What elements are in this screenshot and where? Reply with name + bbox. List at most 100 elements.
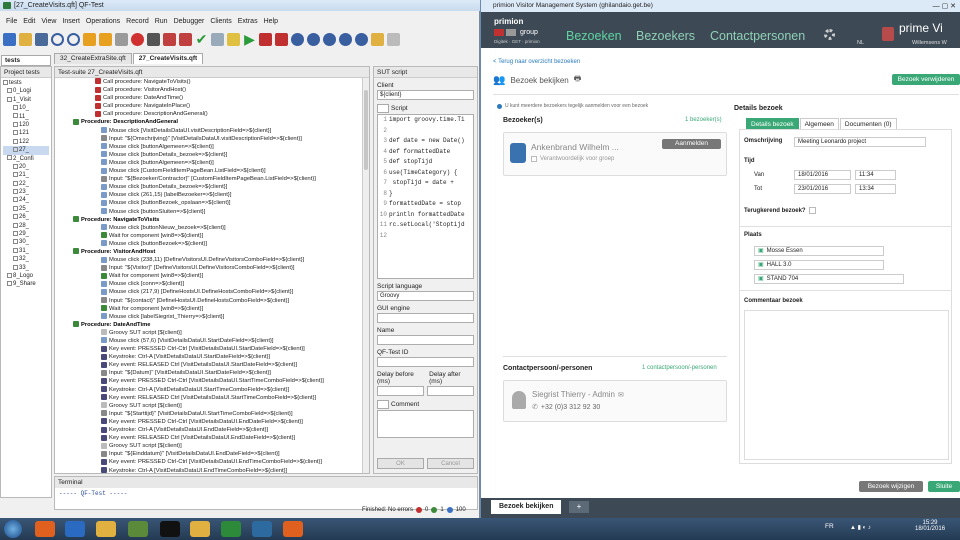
tree-item[interactable]: 29_ xyxy=(3,230,49,238)
menu-help[interactable]: Help xyxy=(264,18,278,25)
expand-box-icon[interactable] xyxy=(13,130,18,136)
step-node[interactable]: Keystroke: Ctrl-A [VisitDetailsDataUI.En… xyxy=(71,466,361,473)
add-tab-button[interactable]: + xyxy=(569,501,589,513)
undo-icon[interactable] xyxy=(51,32,64,46)
pause-icon[interactable] xyxy=(275,32,288,46)
step-node[interactable]: Mouse click [buttonBezoek_opslaan=>${cli… xyxy=(71,199,361,207)
procedure-node[interactable]: Procedure: VisitorAndHost xyxy=(71,248,361,256)
step-node[interactable]: Key event: RELEASED Ctrl [VisitDetailsDa… xyxy=(71,361,361,369)
menu-view[interactable]: View xyxy=(41,18,56,25)
tree-item[interactable]: 33_ xyxy=(3,264,49,272)
edit-visit-button[interactable]: Bezoek wijzigen xyxy=(859,481,923,492)
gear-icon[interactable] xyxy=(824,29,835,40)
step-node[interactable]: Call procedure: DateAndTime() xyxy=(71,94,361,102)
tab-32-createextrasite[interactable]: 32_CreateExtraSite.qft xyxy=(54,53,132,64)
tray-icons[interactable]: ▲ ▮ ◐ ♪ xyxy=(850,524,871,531)
step-node[interactable]: Key event: RELEASED Ctrl [VisitDetailsDa… xyxy=(71,394,361,402)
notification-icon[interactable] xyxy=(882,27,894,41)
tree-item[interactable]: 21_ xyxy=(3,171,49,179)
tree-item[interactable]: 23_ xyxy=(3,188,49,196)
print-icon[interactable]: 🖶 xyxy=(574,73,582,87)
tree-item[interactable]: 9_Share xyxy=(3,280,49,288)
tree-item[interactable]: 122 xyxy=(3,138,49,146)
aanmelden-button[interactable]: Aanmelden xyxy=(662,139,721,149)
tree-item[interactable]: 22_ xyxy=(3,180,49,188)
record-icon[interactable] xyxy=(131,32,144,46)
menu-operations[interactable]: Operations xyxy=(86,18,120,25)
tree-item[interactable]: 27_ xyxy=(3,146,49,155)
back-arrow-icon[interactable] xyxy=(83,32,96,46)
folder-icon[interactable] xyxy=(190,521,210,537)
tree-item[interactable]: 25_ xyxy=(3,205,49,213)
menu-run[interactable]: Run xyxy=(155,18,168,25)
step-node[interactable]: Keystroke: Ctrl-A [VisitDetailsDataUI.St… xyxy=(71,386,361,394)
visitor-name[interactable]: Ankenbrand Wilhelm ... xyxy=(531,142,619,152)
mail-icon[interactable]: ✉ xyxy=(618,391,624,399)
tray-clock[interactable]: 15:29 18/01/2016 xyxy=(915,520,945,532)
tab-documenten[interactable]: Documenten (0) xyxy=(839,118,897,129)
expand-box-icon[interactable] xyxy=(7,155,12,161)
step-node[interactable]: Mouse click [CustomFieldItemPageBean.Lis… xyxy=(71,167,361,175)
delay-before-field[interactable] xyxy=(377,386,424,396)
step-node[interactable]: Key event: PRESSED Ctrl-Ctrl [VisitDetai… xyxy=(71,458,361,466)
expand-box-icon[interactable] xyxy=(13,163,18,169)
tray-language[interactable]: FR xyxy=(825,523,834,530)
step-node[interactable]: Input: "${Starttijd}" [VisitDetailsDataU… xyxy=(71,410,361,418)
step-node[interactable]: Mouse click [buttonBezoek=>${client}] xyxy=(71,240,361,248)
menu-debugger[interactable]: Debugger xyxy=(174,18,205,25)
step-node[interactable]: Groovy SUT script [${client}] xyxy=(71,402,361,410)
expand-box-icon[interactable] xyxy=(13,172,18,178)
client-field[interactable]: ${client} xyxy=(377,90,474,100)
search-icon[interactable] xyxy=(115,32,128,46)
tree-item[interactable]: 0_Logi xyxy=(3,87,49,95)
step-node[interactable]: Input: "${Datum}" [VisitDetailsDataUI.St… xyxy=(71,369,361,377)
nav-contactpersonen[interactable]: Contactpersonen xyxy=(710,29,805,43)
close-visit-button[interactable]: Sluite xyxy=(928,481,960,492)
expand-box-icon[interactable] xyxy=(13,230,18,236)
step-node[interactable]: Call procedure: NavigateToVisits() xyxy=(71,78,361,86)
bottom-tab-bezoek[interactable]: Bezoek bekijken xyxy=(491,500,562,514)
step-node[interactable]: Mouse click [conn=>${client}] xyxy=(71,280,361,288)
new-suite-icon[interactable] xyxy=(3,32,16,46)
skip-over-icon[interactable] xyxy=(339,32,352,46)
menu-clients[interactable]: Clients xyxy=(210,18,231,25)
procedure-node[interactable]: Procedure: DateAndTime xyxy=(71,321,361,329)
step-node[interactable]: Mouse click [buttonNieuw_bezoek=>${clien… xyxy=(71,224,361,232)
step-node[interactable]: Mouse click (57,6) [VisitDetailsDataUI.S… xyxy=(71,337,361,345)
tree-item[interactable]: 26_ xyxy=(3,213,49,221)
expand-box-icon[interactable] xyxy=(13,214,18,220)
expand-box-icon[interactable] xyxy=(13,239,18,245)
open-folder-icon[interactable] xyxy=(19,32,32,46)
step-node[interactable]: Mouse click (261,15) [labelBezoeker=>${c… xyxy=(71,191,361,199)
step-node[interactable]: Input: "${Visitor}" [DefineVisitorsUI.De… xyxy=(71,264,361,272)
record-check-icon[interactable] xyxy=(163,32,176,46)
expand-box-icon[interactable] xyxy=(13,197,18,203)
tot-date-field[interactable]: 23/01/2016 xyxy=(794,184,851,194)
record-component-icon[interactable] xyxy=(211,32,224,46)
expand-box-icon[interactable] xyxy=(13,264,18,270)
step-node[interactable]: Mouse click [buttonAlgemeen=>${client}] xyxy=(71,159,361,167)
user-name[interactable]: Willemsens W xyxy=(912,40,947,46)
group-checkbox[interactable] xyxy=(531,156,537,162)
step-node[interactable]: Wait for component [win8=>${client}] xyxy=(71,232,361,240)
step-node[interactable]: Input: "${contact}" [DefineHostsUI.Defin… xyxy=(71,297,361,305)
van-date-field[interactable]: 18/01/2016 xyxy=(794,170,851,180)
firefox-icon[interactable] xyxy=(35,521,55,537)
tree-item[interactable]: 10_ xyxy=(3,104,49,112)
expand-box-icon[interactable] xyxy=(3,79,8,85)
step-node[interactable]: Mouse click [labelSiegrist_Thierry=>${cl… xyxy=(71,313,361,321)
step-out-icon[interactable] xyxy=(323,32,336,46)
tab-tests[interactable]: tests xyxy=(1,55,51,66)
tree-item[interactable]: 1_Visit xyxy=(3,96,49,104)
stop-icon[interactable] xyxy=(147,32,160,46)
tab-algemeen[interactable]: Algemeen xyxy=(799,118,839,129)
tot-time-field[interactable]: 13:34 xyxy=(855,184,896,194)
nav-bezoekers[interactable]: Bezoekers xyxy=(636,29,695,43)
omschrijving-field[interactable]: Meeting Leonardo project xyxy=(794,137,926,147)
ok-button[interactable]: OK xyxy=(377,458,424,469)
plaats-item-3[interactable]: ▣ STAND 704 xyxy=(754,274,904,284)
tree-item[interactable]: 28_ xyxy=(3,222,49,230)
gui-engine-field[interactable] xyxy=(377,313,474,323)
menu-extras[interactable]: Extras xyxy=(238,18,258,25)
nav-bezoeken[interactable]: Bezoeken xyxy=(566,29,622,43)
